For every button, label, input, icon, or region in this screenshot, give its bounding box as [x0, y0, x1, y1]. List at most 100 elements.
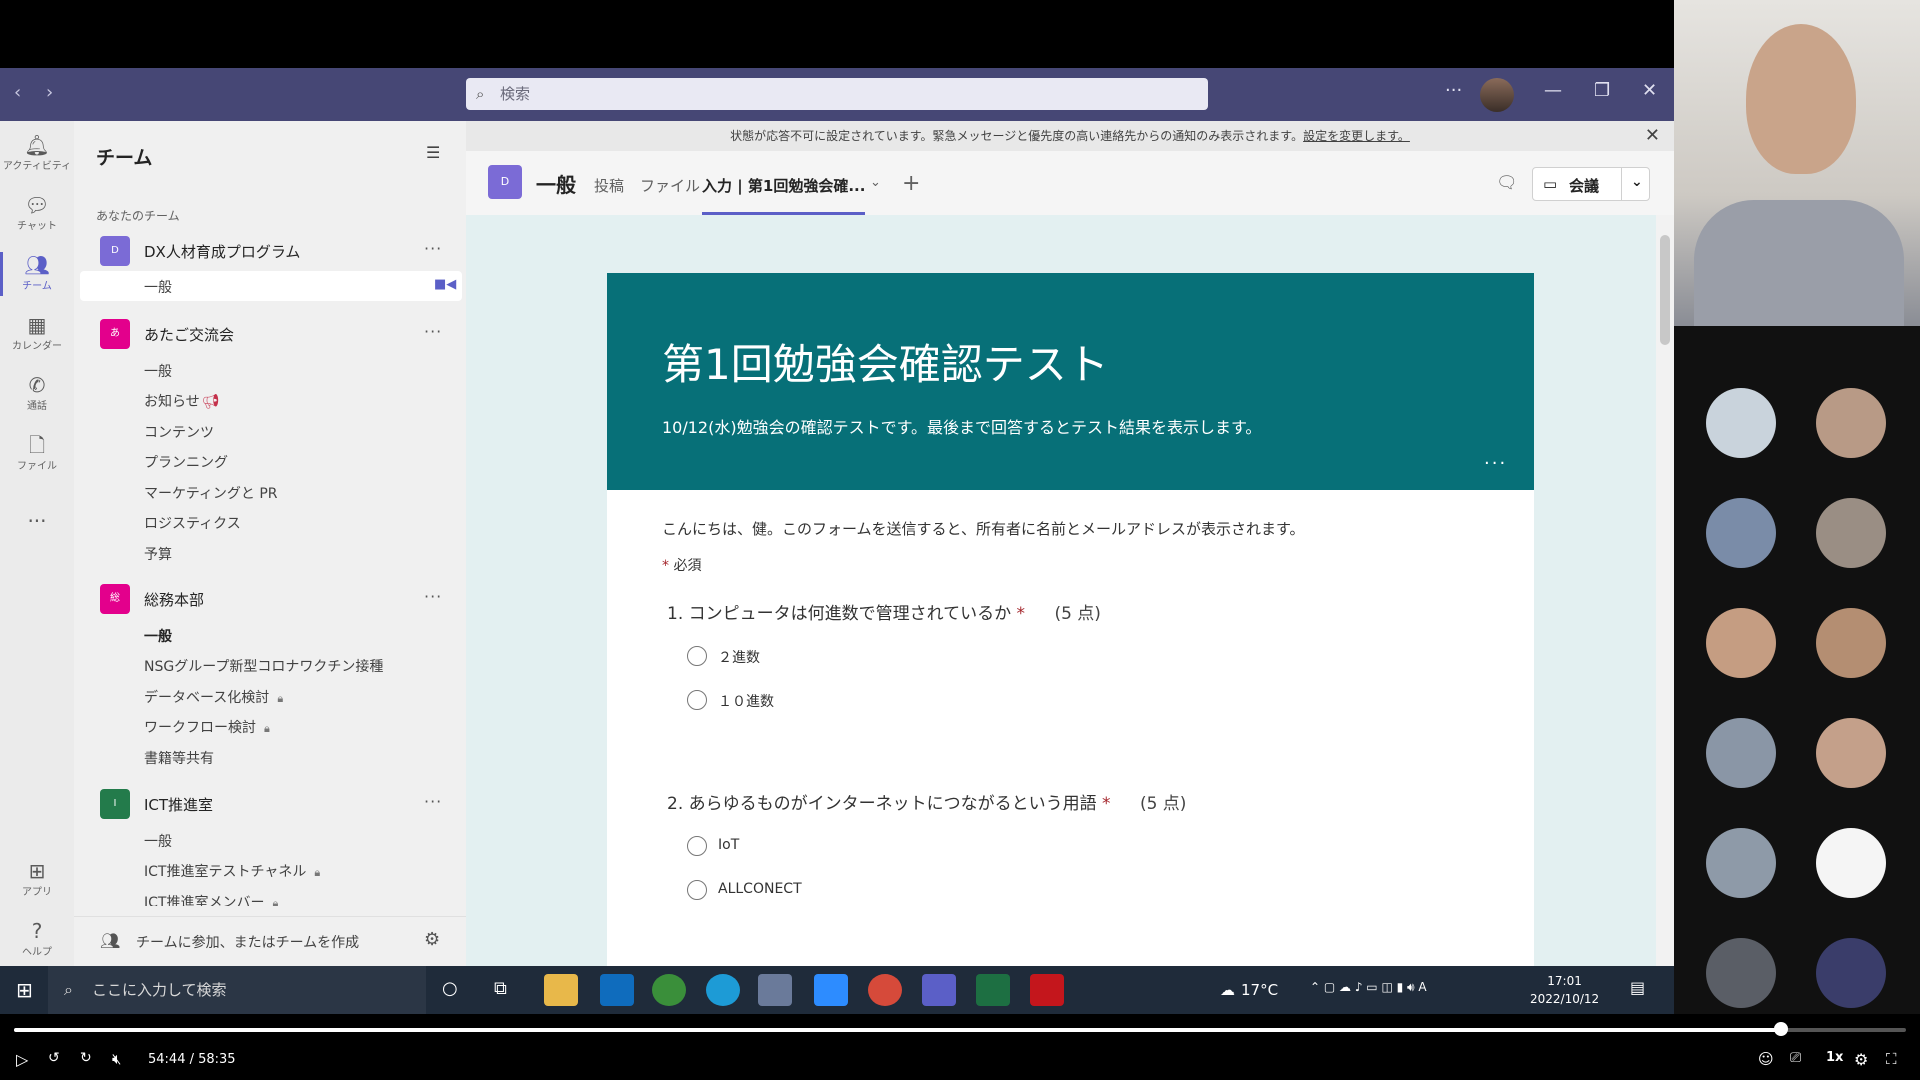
close-icon[interactable]: ✕: [1642, 80, 1657, 101]
forward-icon[interactable]: ›: [46, 82, 53, 103]
channel-selected[interactable]: [80, 271, 462, 301]
rail-calendar[interactable]: ▦ カレンダー: [0, 313, 74, 352]
channel-item[interactable]: 一般: [144, 626, 172, 646]
play-icon[interactable]: ▷: [16, 1050, 28, 1069]
captions-speaker-icon[interactable]: ☺: [1758, 1050, 1774, 1068]
chevron-down-icon[interactable]: ⌄: [870, 175, 881, 190]
app-icon[interactable]: [758, 974, 792, 1006]
option-label[interactable]: ALLCONECT: [718, 881, 802, 897]
zoom-app-icon[interactable]: [814, 974, 848, 1006]
windows-start-icon[interactable]: ⊞: [16, 978, 33, 1002]
captions-icon[interactable]: ⎚: [1790, 1050, 1801, 1066]
rail-help[interactable]: ? ヘルプ: [0, 919, 74, 958]
option-label[interactable]: IoT: [718, 837, 739, 853]
cortana-icon[interactable]: ○: [442, 978, 458, 999]
minimize-icon[interactable]: —: [1544, 80, 1562, 101]
channel-item[interactable]: 一般: [144, 831, 172, 851]
participant-avatar[interactable]: [1816, 938, 1886, 1008]
taskbar-clock[interactable]: 17:01 2022/10/12: [1530, 972, 1599, 1008]
search-input[interactable]: ⌕ 検索: [466, 78, 1208, 110]
mute-icon[interactable]: 🔇︎: [112, 1050, 121, 1068]
fullscreen-icon[interactable]: ⛶: [1886, 1050, 1897, 1068]
channel-item[interactable]: 予算: [144, 544, 172, 564]
add-tab-icon[interactable]: +: [902, 171, 920, 196]
channel-item[interactable]: ロジスティクス: [144, 513, 241, 533]
explorer-app-icon[interactable]: [544, 974, 578, 1006]
forward-icon[interactable]: ↻: [80, 1050, 92, 1066]
participant-avatar[interactable]: [1816, 498, 1886, 568]
channel-item[interactable]: NSGグループ新型コロナワクチン接種: [144, 656, 383, 676]
rail-apps[interactable]: ⊞ アプリ: [0, 859, 74, 898]
channel-item[interactable]: マーケティングと PR: [144, 483, 278, 503]
gear-icon[interactable]: ⚙: [424, 929, 440, 950]
chevron-down-icon[interactable]: ⌄: [1631, 174, 1643, 190]
more-icon[interactable]: ···: [1484, 453, 1507, 474]
scrollbar[interactable]: [1656, 215, 1674, 966]
speed-button[interactable]: 1x: [1826, 1050, 1843, 1065]
team-more-icon[interactable]: ···: [424, 792, 442, 811]
rail-activity[interactable]: 🔔︎ アクティビティ: [0, 133, 74, 172]
scroll-thumb[interactable]: [1660, 235, 1670, 345]
acrobat-app-icon[interactable]: [1030, 974, 1064, 1006]
rail-files[interactable]: 🗋 ファイル: [0, 433, 74, 472]
channel-item[interactable]: 一般: [144, 361, 172, 381]
channel-item[interactable]: ワークフロー検討 🔒︎: [144, 717, 270, 737]
task-view-icon[interactable]: ⧉: [494, 978, 507, 999]
rail-more[interactable]: ...: [0, 503, 74, 527]
edge-app-icon[interactable]: [706, 974, 740, 1006]
meet-button[interactable]: ▭ 会議 ⌄: [1532, 167, 1650, 201]
participant-avatar[interactable]: [1816, 608, 1886, 678]
chrome-app-icon[interactable]: [652, 974, 686, 1006]
rail-teams[interactable]: 👥︎ チーム: [0, 253, 74, 292]
notification-icon[interactable]: ▤: [1630, 978, 1645, 997]
banner-link[interactable]: 設定を変更します。: [1303, 129, 1410, 143]
progress-knob[interactable]: [1774, 1022, 1789, 1036]
channel-item[interactable]: 書籍等共有: [144, 748, 214, 768]
team-more-icon[interactable]: ···: [424, 239, 442, 258]
participant-avatar[interactable]: [1706, 608, 1776, 678]
option-label[interactable]: １０進数: [718, 691, 774, 711]
teams-app-icon[interactable]: [922, 974, 956, 1006]
participant-avatar[interactable]: [1706, 938, 1776, 1008]
tab-posts[interactable]: 投稿: [594, 175, 624, 196]
participant-avatar[interactable]: [1816, 828, 1886, 898]
participant-avatar[interactable]: [1706, 718, 1776, 788]
close-icon[interactable]: ✕: [1645, 121, 1660, 151]
taskbar-search[interactable]: ⌕ ここに入力して検索: [48, 966, 426, 1014]
radio-option[interactable]: [687, 690, 707, 710]
option-label[interactable]: ２進数: [718, 647, 760, 667]
radio-option[interactable]: [687, 880, 707, 900]
radio-option[interactable]: [687, 836, 707, 856]
channel-item[interactable]: お知らせ 📢︎: [144, 391, 220, 411]
avatar[interactable]: [1480, 78, 1514, 112]
participant-avatar[interactable]: [1706, 498, 1776, 568]
tray-icons[interactable]: ⌃ ▢ ☁ ♪ ▭ ◫ ▮ 🔊︎ A: [1310, 980, 1427, 995]
channel-item[interactable]: ICT推進室メンバー 🔒︎: [144, 892, 278, 906]
tab-files[interactable]: ファイル: [640, 175, 700, 196]
weather-widget[interactable]: ☁ 17°C: [1220, 966, 1278, 1014]
more-icon[interactable]: ···: [1445, 80, 1462, 101]
back-icon[interactable]: ‹: [14, 82, 21, 103]
chrome-app-icon[interactable]: [868, 974, 902, 1006]
channel-item[interactable]: ICT推進室テストチャネル 🔒︎: [144, 861, 320, 881]
rewind-icon[interactable]: ↺: [48, 1050, 60, 1066]
participant-avatar[interactable]: [1706, 388, 1776, 458]
channel-item[interactable]: プランニング: [144, 452, 228, 472]
channel-item[interactable]: データベース化検討 🔒︎: [144, 687, 283, 707]
conversation-icon[interactable]: 🗨︎: [1496, 173, 1518, 193]
team-more-icon[interactable]: ···: [424, 587, 442, 606]
restore-icon[interactable]: ❐: [1594, 80, 1610, 101]
participant-avatar[interactable]: [1816, 718, 1886, 788]
channel-item[interactable]: コンテンツ: [144, 422, 214, 442]
participant-avatar[interactable]: [1816, 388, 1886, 458]
participant-avatar[interactable]: [1706, 828, 1776, 898]
rail-chat[interactable]: 💬︎ チャット: [0, 193, 74, 232]
radio-option[interactable]: [687, 646, 707, 666]
tab-form[interactable]: 入力 | 第1回勉強会確...: [702, 175, 865, 196]
join-create-team-link[interactable]: チームに参加、またはチームを作成: [136, 932, 359, 952]
team-more-icon[interactable]: ···: [424, 322, 442, 341]
progress-track[interactable]: [14, 1028, 1906, 1032]
gear-icon[interactable]: ⚙: [1854, 1050, 1868, 1069]
rail-calls[interactable]: ✆ 通話: [0, 373, 74, 412]
excel-app-icon[interactable]: [976, 974, 1010, 1006]
